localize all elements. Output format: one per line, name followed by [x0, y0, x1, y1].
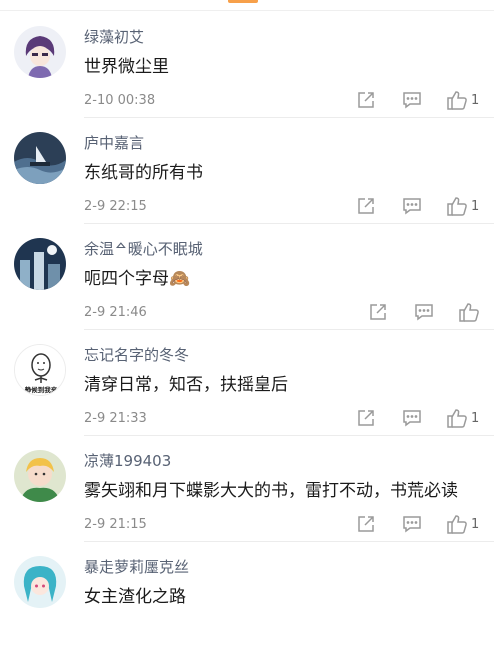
share-icon[interactable] — [368, 300, 388, 324]
username[interactable]: 凉薄199403 — [84, 450, 171, 471]
comment-item: 暴走萝莉㕓克丝 女主渣化之路 — [0, 542, 494, 648]
comment-text: 东纸哥的所有书 — [84, 163, 203, 183]
like-button[interactable]: 1 — [446, 512, 479, 536]
comment-icon[interactable] — [414, 300, 434, 324]
username[interactable]: 绿藻初艾 — [84, 26, 144, 47]
like-count: 1 — [471, 198, 480, 214]
comment-item: 静候到我来 忘记名字的冬冬 清穿日常，知否，扶摇皇后 2-9 21:33 1 — [0, 330, 494, 436]
share-icon[interactable] — [356, 406, 376, 430]
comment-icon[interactable] — [402, 406, 422, 430]
like-button[interactable]: 1 — [446, 406, 479, 430]
username[interactable]: 暴走萝莉㕓克丝 — [84, 556, 189, 577]
avatar[interactable] — [14, 450, 66, 502]
avatar[interactable] — [14, 556, 66, 608]
avatar[interactable] — [14, 26, 66, 78]
tab-indicator — [228, 0, 258, 3]
like-count: 1 — [471, 410, 480, 426]
timestamp: 2-9 21:33 — [84, 411, 147, 426]
timestamp: 2-9 21:15 — [84, 517, 147, 532]
share-icon[interactable] — [356, 88, 376, 112]
comment-item: 庐中嘉言 东纸哥的所有书 2-9 22:15 1 — [0, 118, 494, 224]
comment-item: 凉薄199403 雾矢翊和月下蝶影大大的书，雷打不动，书荒必读 2-9 21:1… — [0, 436, 494, 542]
like-button[interactable]: 1 — [446, 194, 479, 218]
comment-text: 呃四个字母🙈 — [84, 269, 191, 289]
comment-item: 绿藻初艾 世界微尘里 2-10 00:38 1 — [0, 12, 494, 118]
comment-icon[interactable] — [402, 194, 422, 218]
share-icon[interactable] — [356, 194, 376, 218]
comment-text: 世界微尘里 — [84, 57, 169, 77]
avatar[interactable] — [14, 132, 66, 184]
header-divider — [0, 10, 494, 11]
avatar-caption: 静候到我来 — [25, 385, 58, 394]
username[interactable]: 余温ᅀ暖心不眠城 — [84, 238, 203, 259]
thumbs-up-icon — [447, 197, 467, 216]
avatar[interactable]: 静候到我来 — [14, 344, 66, 396]
share-icon[interactable] — [356, 512, 376, 536]
like-button[interactable] — [458, 300, 483, 324]
avatar[interactable] — [14, 238, 66, 290]
comment-icon[interactable] — [402, 88, 422, 112]
timestamp: 2-10 00:38 — [84, 93, 156, 108]
timestamp: 2-9 21:46 — [84, 305, 147, 320]
username[interactable]: 庐中嘉言 — [84, 132, 144, 153]
thumbs-up-icon — [447, 91, 467, 110]
username[interactable]: 忘记名字的冬冬 — [84, 344, 189, 365]
thumbs-up-icon — [447, 515, 467, 534]
comment-text: 雾矢翊和月下蝶影大大的书，雷打不动，书荒必读 — [84, 481, 458, 501]
like-count: 1 — [471, 516, 480, 532]
comment-text: 清穿日常，知否，扶摇皇后 — [84, 375, 288, 395]
like-button[interactable]: 1 — [446, 88, 479, 112]
thumbs-up-icon — [447, 409, 467, 428]
comment-item: 余温ᅀ暖心不眠城 呃四个字母🙈 2-9 21:46 — [0, 224, 494, 330]
thumbs-up-icon — [459, 303, 479, 322]
comment-icon[interactable] — [402, 512, 422, 536]
timestamp: 2-9 22:15 — [84, 199, 147, 214]
comment-text: 女主渣化之路 — [84, 587, 186, 607]
like-count: 1 — [471, 92, 480, 108]
